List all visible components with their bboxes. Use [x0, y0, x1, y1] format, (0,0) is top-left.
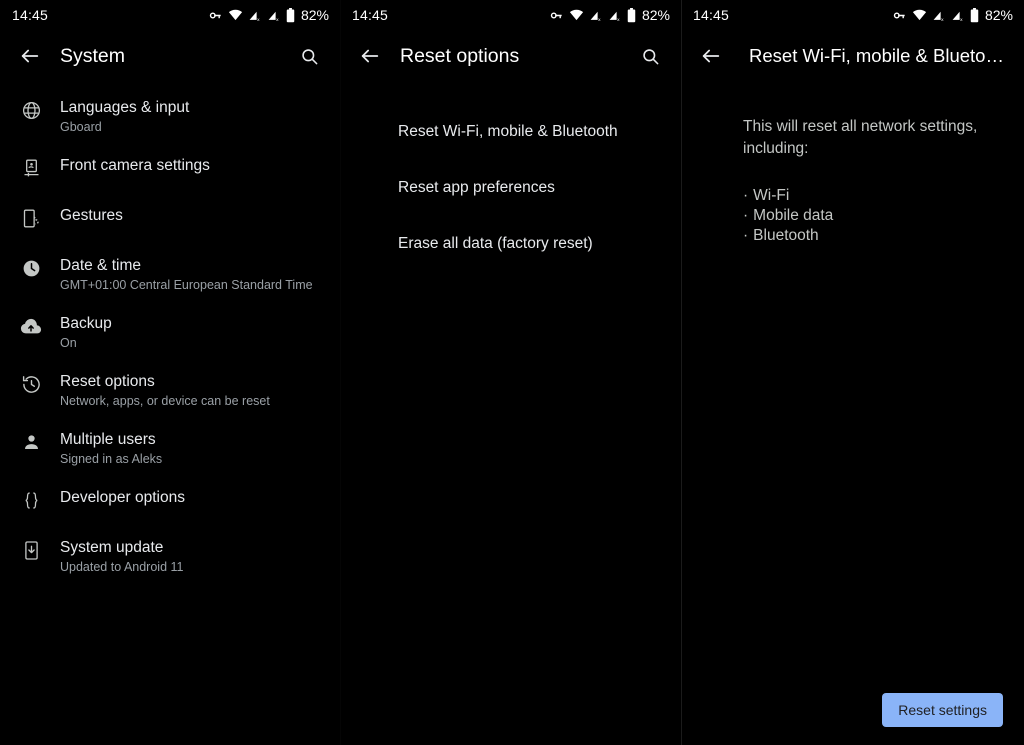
reset-options-list: Reset Wi-Fi, mobile & Bluetooth Reset ap…	[340, 82, 681, 272]
list-item-title: Backup	[60, 315, 112, 332]
status-bar: 14:45 x x 82%	[0, 0, 340, 30]
reset-settings-button[interactable]: Reset settings	[882, 693, 1003, 727]
list-item-title: Reset Wi-Fi, mobile & Bluetooth	[398, 123, 618, 140]
list-item[interactable]: Multiple users Signed in as Aleks	[0, 420, 340, 478]
list-item[interactable]: Date & time GMT+01:00 Central European S…	[0, 246, 340, 304]
signal-1-icon: x	[589, 9, 603, 22]
status-bar-icons: x x 82%	[892, 7, 1013, 23]
bullet-item: Bluetooth	[743, 226, 984, 246]
wifi-icon	[912, 9, 927, 21]
list-item-title: Date & time	[60, 257, 141, 274]
list-item-title: Gestures	[60, 207, 123, 224]
list-item[interactable]: Front camera settings	[0, 146, 340, 196]
page-title: System	[60, 44, 126, 67]
status-bar: 14:45 x x 82%	[681, 0, 1024, 30]
page-title: Reset options	[400, 44, 520, 67]
list-item-title: Developer options	[60, 489, 185, 506]
battery-icon	[627, 7, 636, 23]
bullet-item: Mobile data	[743, 206, 984, 226]
battery-icon	[286, 7, 295, 23]
list-item-subtitle: On	[60, 336, 77, 350]
svg-text:x: x	[960, 17, 963, 21]
app-bar-system: System	[0, 30, 340, 82]
screenshot-root: 14:45 x x 82% System Languages & input G…	[0, 0, 1024, 745]
signal-2-icon: x	[267, 9, 281, 22]
search-icon[interactable]	[292, 39, 326, 73]
list-item-title: Languages & input	[60, 99, 190, 116]
list-item-title: Reset options	[60, 373, 155, 390]
system-update-icon	[13, 538, 49, 561]
vpn-key-icon	[208, 9, 223, 22]
list-item[interactable]: Developer options	[0, 478, 340, 528]
list-item-title: Multiple users	[60, 431, 156, 448]
status-bar-clock: 14:45	[693, 7, 730, 23]
panel-system: 14:45 x x 82% System Languages & input G…	[0, 0, 340, 745]
battery-icon	[970, 7, 979, 23]
page-title: Reset Wi-Fi, mobile & Blueto…	[749, 45, 1004, 66]
app-bar-reset-network: Reset Wi-Fi, mobile & Blueto…	[681, 30, 1024, 82]
list-item-reset-app-preferences[interactable]: Reset app preferences	[340, 160, 681, 216]
svg-text:x: x	[941, 17, 944, 21]
list-item-title: Erase all data (factory reset)	[398, 235, 593, 252]
panel-reset-network-confirm: 14:45 x x 82% Reset Wi-Fi, mobile & Blue…	[681, 0, 1024, 745]
reset-description-block: This will reset all network settings, in…	[681, 82, 1024, 246]
list-item[interactable]: Languages & input Gboard	[0, 88, 340, 146]
list-item-subtitle: Updated to Android 11	[60, 560, 184, 574]
battery-percent: 82%	[300, 7, 329, 23]
battery-percent: 82%	[984, 7, 1013, 23]
signal-1-icon: x	[248, 9, 262, 22]
cloud-upload-icon	[13, 314, 49, 338]
list-item-reset-network[interactable]: Reset Wi-Fi, mobile & Bluetooth	[340, 104, 681, 160]
reset-bullet-list: Wi-Fi Mobile data Bluetooth	[743, 186, 984, 246]
back-arrow-icon[interactable]	[352, 38, 388, 74]
clock-icon	[13, 256, 49, 279]
vpn-key-icon	[549, 9, 564, 22]
status-bar: 14:45 x x 82%	[340, 0, 681, 30]
braces-icon	[13, 488, 49, 511]
gestures-icon	[13, 206, 49, 229]
list-item[interactable]: Backup On	[0, 304, 340, 362]
list-item[interactable]: System update Updated to Android 11	[0, 528, 340, 586]
reset-settings-button-wrap: Reset settings	[882, 693, 1003, 727]
signal-2-icon: x	[608, 9, 622, 22]
list-item-title: Front camera settings	[60, 157, 210, 174]
list-item-factory-reset[interactable]: Erase all data (factory reset)	[340, 216, 681, 272]
front-camera-icon	[13, 156, 49, 179]
status-bar-icons: x x 82%	[208, 7, 329, 23]
back-arrow-icon[interactable]	[693, 38, 729, 74]
wifi-icon	[569, 9, 584, 21]
battery-percent: 82%	[641, 7, 670, 23]
reset-description: This will reset all network settings, in…	[743, 118, 978, 157]
signal-1-icon: x	[932, 9, 946, 22]
signal-2-icon: x	[951, 9, 965, 22]
status-bar-clock: 14:45	[352, 7, 389, 23]
back-arrow-icon[interactable]	[12, 38, 48, 74]
list-item-title: Reset app preferences	[398, 179, 555, 196]
svg-text:x: x	[598, 17, 601, 21]
svg-text:x: x	[617, 17, 620, 21]
list-item-subtitle: Network, apps, or device can be reset	[60, 394, 270, 408]
settings-list: Languages & input Gboard Front camera se…	[0, 82, 340, 586]
app-bar-reset-options: Reset options	[340, 30, 681, 82]
wifi-icon	[228, 9, 243, 21]
panel-reset-options: 14:45 x x 82% Reset options Reset Wi-Fi,…	[340, 0, 681, 745]
list-item-subtitle: GMT+01:00 Central European Standard Time	[60, 278, 313, 292]
svg-text:x: x	[257, 17, 260, 21]
bullet-item: Wi-Fi	[743, 186, 984, 206]
history-icon	[13, 372, 49, 395]
list-item-subtitle: Signed in as Aleks	[60, 452, 163, 466]
svg-text:x: x	[276, 17, 279, 21]
list-item[interactable]: Gestures	[0, 196, 340, 246]
status-bar-clock: 14:45	[12, 7, 49, 23]
search-icon[interactable]	[633, 39, 667, 73]
vpn-key-icon	[892, 9, 907, 22]
list-item-title: System update	[60, 539, 164, 556]
globe-icon	[13, 98, 49, 121]
list-item[interactable]: Reset options Network, apps, or device c…	[0, 362, 340, 420]
status-bar-icons: x x 82%	[549, 7, 670, 23]
person-icon	[13, 430, 49, 453]
list-item-subtitle: Gboard	[60, 120, 102, 134]
